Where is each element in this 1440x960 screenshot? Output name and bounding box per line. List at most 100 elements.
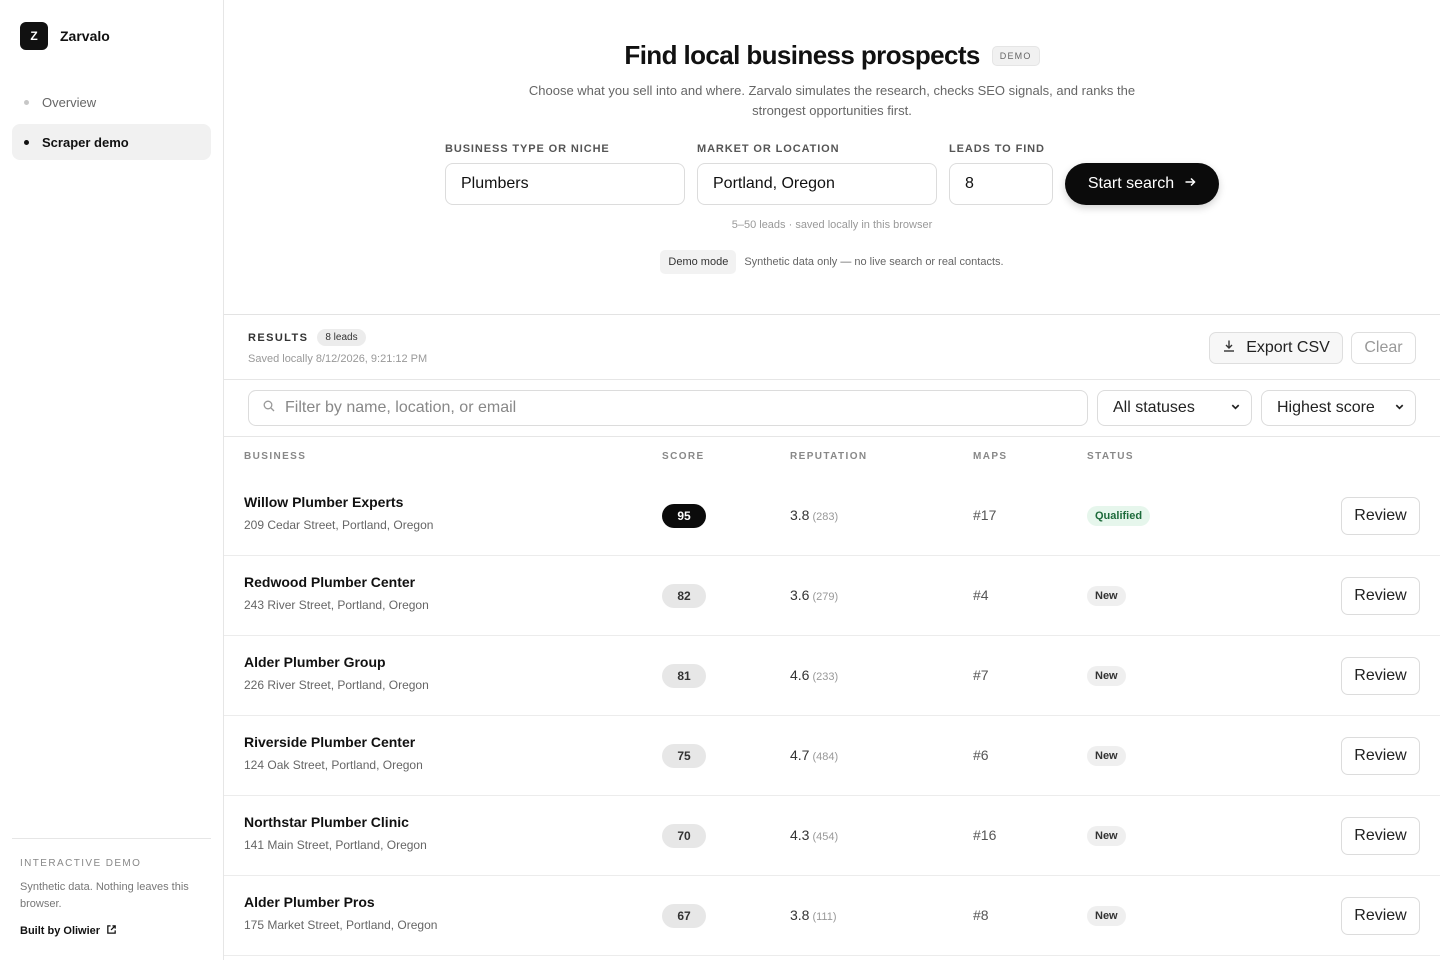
- status-badge: New: [1087, 666, 1126, 686]
- sidebar: Z Zarvalo Overview Scraper demo INTERACT…: [0, 0, 224, 960]
- business-address: 175 Market Street, Portland, Oregon: [244, 918, 438, 932]
- reputation: 4.6 (233): [790, 667, 838, 683]
- page-subtitle: Choose what you sell into and where. Zar…: [528, 83, 1136, 118]
- maps-rank: #17: [973, 507, 997, 523]
- footer-label: INTERACTIVE DEMO: [20, 858, 142, 869]
- sort-value: Highest score: [1277, 399, 1375, 416]
- table-row: Riverside Plumber Center 124 Oak Street, …: [224, 716, 1440, 796]
- review-count: (283): [812, 511, 839, 523]
- filter-row: All statuses Highest score: [224, 380, 1440, 437]
- built-by-link[interactable]: Built by Oliwier: [20, 924, 203, 938]
- column-header-maps: MAPS: [973, 451, 1008, 462]
- filter-input[interactable]: [285, 399, 1065, 417]
- nav-dot-icon: [24, 99, 29, 105]
- maps-rank: #16: [973, 827, 997, 843]
- leads-count-input[interactable]: [949, 163, 1053, 205]
- review-button[interactable]: Review: [1341, 577, 1420, 615]
- rating-value: 4.6: [790, 667, 810, 683]
- results-title: RESULTS: [248, 331, 309, 344]
- leads-hint: 5–50 leads · saved locally in this brows…: [731, 219, 933, 231]
- export-csv-label: Export CSV: [1246, 339, 1330, 356]
- rating-value: 3.6: [790, 587, 810, 603]
- table-row: Redwood Plumber Center 243 River Street, …: [224, 556, 1440, 636]
- results-header: RESULTS 8 leads Saved locally 8/12/2026,…: [224, 316, 1440, 380]
- brand-logo: Z: [20, 22, 48, 50]
- business-name: Riverside Plumber Center: [244, 734, 416, 750]
- score-badge: 67: [662, 904, 706, 928]
- export-csv-button[interactable]: Export CSV: [1209, 332, 1343, 364]
- sidebar-nav: Overview Scraper demo: [12, 84, 211, 164]
- reputation: 3.6 (279): [790, 587, 838, 603]
- rating-value: 3.8: [790, 507, 810, 523]
- reputation: 3.8 (111): [790, 907, 837, 923]
- start-search-button[interactable]: Start search: [1065, 163, 1219, 205]
- business-name: Northstar Plumber Clinic: [244, 814, 409, 830]
- review-button[interactable]: Review: [1341, 897, 1420, 935]
- status-badge: Qualified: [1087, 506, 1151, 526]
- review-count: (484): [812, 751, 839, 763]
- rating-value: 3.8: [790, 907, 810, 923]
- business-name: Alder Plumber Pros: [244, 894, 375, 910]
- brand-name: Zarvalo: [60, 28, 110, 44]
- built-by-label: Built by Oliwier: [20, 925, 101, 937]
- business-address: 141 Main Street, Portland, Oregon: [244, 838, 427, 852]
- maps-rank: #6: [973, 747, 989, 763]
- review-count: (233): [812, 671, 839, 683]
- search-hero: Find local business prospects DEMO Choos…: [224, 0, 1440, 315]
- external-link-icon: [106, 924, 117, 938]
- sort-select[interactable]: Highest score: [1261, 390, 1416, 426]
- location-label: MARKET OR LOCATION: [697, 143, 840, 155]
- location-input[interactable]: [697, 163, 937, 205]
- table-row: Alder Plumber Pros 175 Market Street, Por…: [224, 876, 1440, 956]
- sidebar-item-scraper-demo[interactable]: Scraper demo: [12, 124, 211, 160]
- score-badge: 95: [662, 504, 706, 528]
- sidebar-item-overview[interactable]: Overview: [12, 84, 211, 120]
- saved-timestamp: Saved locally 8/12/2026, 9:21:12 PM: [248, 353, 428, 365]
- status-badge: New: [1087, 826, 1126, 846]
- clear-button[interactable]: Clear: [1351, 332, 1416, 364]
- main-content: Find local business prospects DEMO Choos…: [224, 0, 1440, 960]
- review-button[interactable]: Review: [1341, 817, 1420, 855]
- page-title: Find local business prospects: [624, 40, 980, 70]
- chevron-down-icon: [1230, 399, 1241, 417]
- business-name: Alder Plumber Group: [244, 654, 386, 670]
- footer-text: Synthetic data. Nothing leaves this brow…: [20, 881, 189, 910]
- column-header-status: STATUS: [1087, 451, 1134, 462]
- nav-dot-icon: [24, 139, 29, 145]
- maps-rank: #4: [973, 587, 989, 603]
- score-badge: 82: [662, 584, 706, 608]
- maps-rank: #7: [973, 667, 989, 683]
- status-filter-select[interactable]: All statuses: [1097, 390, 1252, 426]
- leads-label: LEADS TO FIND: [949, 143, 1045, 155]
- results-title-row: RESULTS 8 leads: [248, 329, 366, 346]
- demo-badge: DEMO: [991, 45, 1040, 66]
- niche-input[interactable]: [445, 163, 685, 205]
- reputation: 4.7 (484): [790, 747, 838, 763]
- demo-mode-chip: Demo mode: [660, 250, 737, 274]
- column-header-score: SCORE: [662, 451, 705, 462]
- review-button[interactable]: Review: [1341, 497, 1420, 535]
- review-count: (111): [812, 911, 837, 923]
- chevron-down-icon: [1394, 399, 1405, 417]
- score-badge: 81: [662, 664, 706, 688]
- review-count: (279): [812, 591, 839, 603]
- business-name: Willow Plumber Experts: [244, 494, 404, 510]
- download-icon: [1222, 339, 1236, 358]
- status-badge: New: [1087, 906, 1126, 926]
- status-filter-value: All statuses: [1113, 399, 1195, 416]
- reputation: 4.3 (454): [790, 827, 838, 843]
- sidebar-footer: INTERACTIVE DEMO Synthetic data. Nothing…: [12, 838, 211, 938]
- demo-mode-row: Demo mode Synthetic data only — no live …: [224, 250, 1440, 274]
- table-row: Alder Plumber Group 226 River Street, Por…: [224, 636, 1440, 716]
- review-count: (454): [812, 831, 839, 843]
- demo-mode-text: Synthetic data only — no live search or …: [744, 256, 1004, 268]
- review-button[interactable]: Review: [1341, 657, 1420, 695]
- filter-search[interactable]: [248, 390, 1088, 426]
- arrow-right-icon: [1184, 175, 1196, 193]
- niche-label: BUSINESS TYPE OR NICHE: [445, 143, 610, 155]
- status-badge: New: [1087, 586, 1126, 606]
- start-search-label: Start search: [1087, 175, 1175, 192]
- rating-value: 4.3: [790, 827, 810, 843]
- review-button[interactable]: Review: [1341, 737, 1420, 775]
- brand[interactable]: Z Zarvalo: [20, 22, 110, 50]
